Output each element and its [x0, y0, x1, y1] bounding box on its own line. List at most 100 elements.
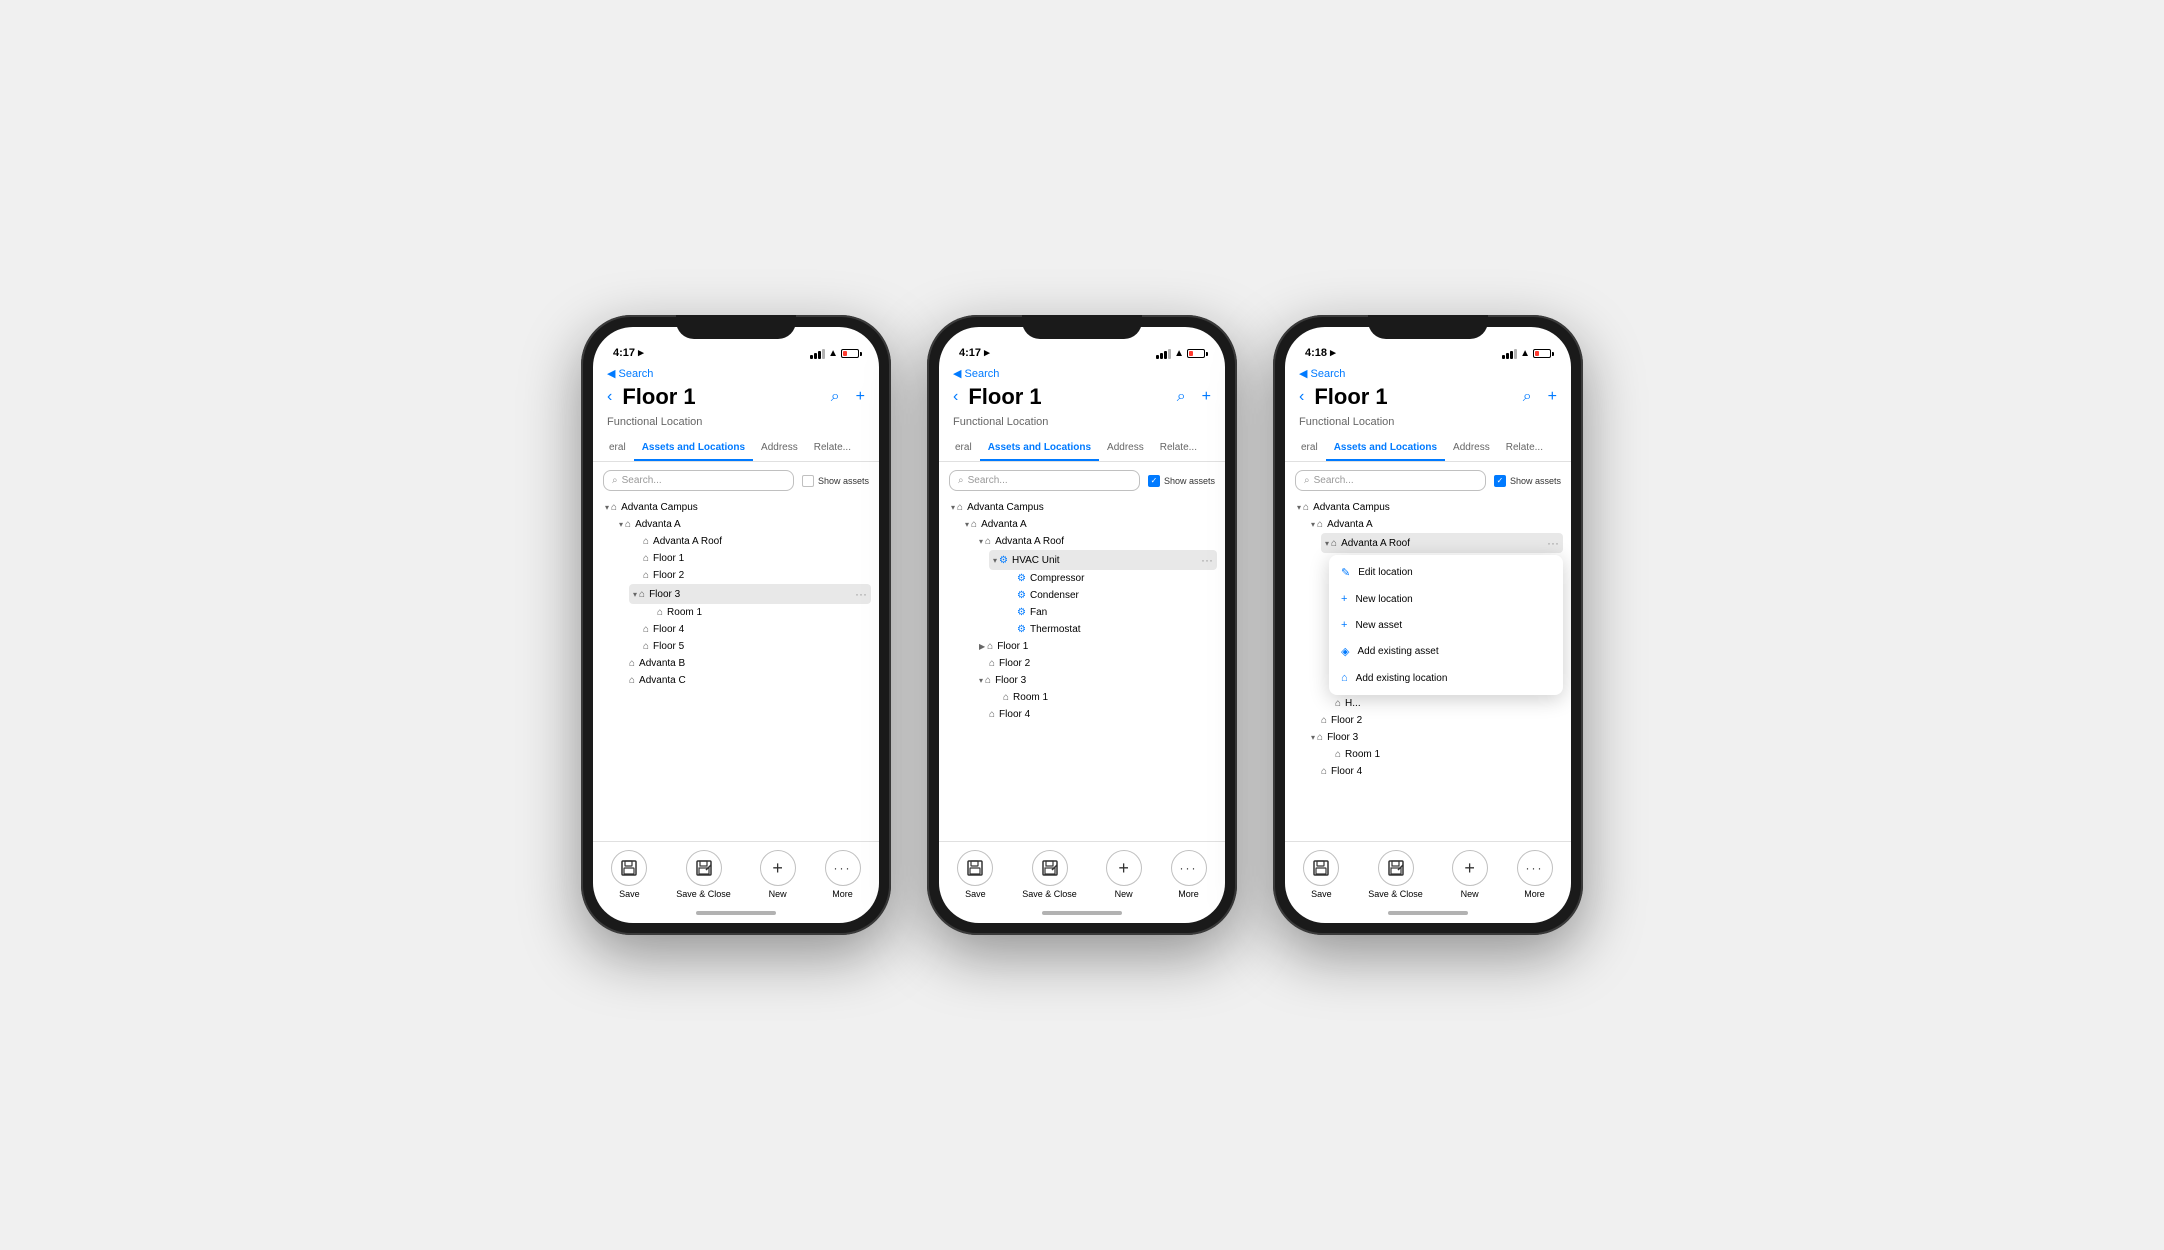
tree-item[interactable]: ⌂Floor 2	[1307, 712, 1563, 729]
add-button[interactable]: +	[856, 388, 865, 406]
tree-item[interactable]: ⌂Floor 2	[629, 567, 871, 584]
tab-1[interactable]: Assets and Locations	[1326, 436, 1445, 461]
tree-item[interactable]: ▾⌂Advanta A	[615, 516, 871, 533]
search-input[interactable]: Search...	[622, 475, 662, 486]
tree-item-label: Advanta B	[639, 658, 867, 669]
toolbar-btn-new[interactable]: + New	[760, 850, 796, 899]
tab-2[interactable]: Address	[1445, 436, 1498, 461]
tree-item[interactable]: ⌂Advanta C	[615, 672, 871, 689]
search-box[interactable]: ⌕ Search...	[1295, 470, 1486, 491]
show-assets-checkbox[interactable]	[1494, 475, 1506, 487]
back-nav[interactable]: ◀ Search	[593, 363, 879, 380]
search-box[interactable]: ⌕ Search...	[603, 470, 794, 491]
tree-item[interactable]: ▾⌂Advanta Campus	[947, 499, 1217, 516]
tree-item[interactable]: ▾⌂Advanta Campus	[601, 499, 871, 516]
tree-item[interactable]: ▶⌂Floor 1	[975, 638, 1217, 655]
back-nav[interactable]: ◀ Search	[939, 363, 1225, 380]
tab-1[interactable]: Assets and Locations	[634, 436, 753, 461]
tree-item[interactable]: ▾⌂Advanta Campus	[1293, 499, 1563, 516]
tab-1[interactable]: Assets and Locations	[980, 436, 1099, 461]
page-title: Floor 1	[622, 384, 695, 410]
tree-item[interactable]: ▾⚙HVAC Unit···	[989, 550, 1217, 570]
more-options-button[interactable]: ···	[1547, 536, 1559, 550]
search-box[interactable]: ⌕ Search...	[949, 470, 1140, 491]
tree-item[interactable]: ▾⌂Advanta A	[961, 516, 1217, 533]
context-item-add-existing-location[interactable]: ⌂Add existing location	[1329, 665, 1563, 691]
toolbar-btn-save-and-close[interactable]: Save & Close	[1022, 850, 1077, 899]
context-item-add-existing-asset[interactable]: ◈Add existing asset	[1329, 638, 1563, 665]
context-item-new-location[interactable]: +New location	[1329, 586, 1563, 612]
tree-item[interactable]: ▾⌂Floor 3···	[629, 584, 871, 604]
toolbar-label: More	[1524, 889, 1545, 899]
show-assets-checkbox[interactable]	[1148, 475, 1160, 487]
toolbar-btn-more[interactable]: ··· More	[1517, 850, 1553, 899]
tree-item[interactable]: ▾⌂Floor 3	[975, 672, 1217, 689]
tree-item[interactable]: ⌂Floor 1	[629, 550, 871, 567]
toolbar-btn-save[interactable]: Save	[957, 850, 993, 899]
toolbar-btn-save-and-close[interactable]: Save & Close	[1368, 850, 1423, 899]
tree-item[interactable]: ▾⌂Advanta A	[1307, 516, 1563, 533]
context-item-new-asset[interactable]: +New asset	[1329, 612, 1563, 638]
tab-2[interactable]: Address	[1099, 436, 1152, 461]
tab-2[interactable]: Address	[753, 436, 806, 461]
tree-item[interactable]: ▾⌂Floor 3	[1307, 729, 1563, 746]
search-input[interactable]: Search...	[968, 475, 1008, 486]
more-options-button[interactable]: ···	[855, 587, 867, 601]
search-input[interactable]: Search...	[1314, 475, 1354, 486]
tree-item[interactable]: ⚙Condenser	[1003, 587, 1217, 604]
tree-item-label: Floor 4	[1331, 766, 1559, 777]
tree-item[interactable]: ⚙Fan	[1003, 604, 1217, 621]
show-assets-toggle[interactable]: Show assets	[1494, 475, 1561, 487]
tree-item[interactable]: ⌂Advanta A Roof	[629, 533, 871, 550]
back-button[interactable]: ‹	[1299, 388, 1304, 406]
tree-item[interactable]: ⌂Floor 4	[975, 706, 1217, 723]
back-button[interactable]: ‹	[953, 388, 958, 406]
signal-icon	[810, 349, 825, 359]
show-assets-toggle[interactable]: Show assets	[1148, 475, 1215, 487]
show-assets-checkbox[interactable]	[802, 475, 814, 487]
tree-item-label: Floor 3	[995, 675, 1213, 686]
more-options-button[interactable]: ···	[1201, 553, 1213, 567]
phone-inner: 4:17 ▸ ▲ ◀ Search ‹ Floor 1 ⌕ + Function…	[939, 327, 1225, 923]
tree-item[interactable]: ⌂Advanta B	[615, 655, 871, 672]
tab-3[interactable]: Relate...	[1152, 436, 1205, 461]
add-button[interactable]: +	[1548, 388, 1557, 406]
tab-0[interactable]: eral	[1293, 436, 1326, 461]
location-icon: ⌂	[643, 570, 649, 581]
toolbar-btn-more[interactable]: ··· More	[1171, 850, 1207, 899]
tab-0[interactable]: eral	[601, 436, 634, 461]
tab-0[interactable]: eral	[947, 436, 980, 461]
tree-item[interactable]: ⌂Floor 4	[1307, 763, 1563, 780]
tree-item[interactable]: ⌂Room 1	[1321, 746, 1563, 763]
back-nav[interactable]: ◀ Search	[1285, 363, 1571, 380]
tree-item[interactable]: ⚙Compressor	[1003, 570, 1217, 587]
search-button[interactable]: ⌕	[831, 388, 840, 406]
toolbar-btn-save[interactable]: Save	[611, 850, 647, 899]
search-button[interactable]: ⌕	[1177, 388, 1186, 406]
context-item-edit-location[interactable]: ✎Edit location	[1329, 559, 1563, 586]
tab-3[interactable]: Relate...	[1498, 436, 1551, 461]
search-button[interactable]: ⌕	[1523, 388, 1532, 406]
toolbar-btn-new[interactable]: + New	[1452, 850, 1488, 899]
tab-3[interactable]: Relate...	[806, 436, 859, 461]
tree-item[interactable]: ▾⌂Advanta A Roof···	[1321, 533, 1563, 553]
location-icon: ⌂	[987, 641, 993, 652]
toolbar-btn-save[interactable]: Save	[1303, 850, 1339, 899]
tree-item[interactable]: ⌂H...	[1321, 695, 1563, 712]
add-button[interactable]: +	[1202, 388, 1211, 406]
tree-item[interactable]: ⌂Room 1	[989, 689, 1217, 706]
back-button[interactable]: ‹	[607, 388, 612, 406]
tree-item[interactable]: ⌂Floor 2	[975, 655, 1217, 672]
tree-item[interactable]: ⌂Floor 4	[629, 621, 871, 638]
tree-item[interactable]: ⌂Floor 5	[629, 638, 871, 655]
show-assets-toggle[interactable]: Show assets	[802, 475, 869, 487]
tree-item[interactable]: ⌂Room 1	[643, 604, 871, 621]
toolbar-btn-more[interactable]: ··· More	[825, 850, 861, 899]
toolbar-btn-save-and-close[interactable]: Save & Close	[676, 850, 731, 899]
search-icon: ⌕	[958, 475, 964, 486]
bottom-toolbar: Save Save & Close + New ··· More	[593, 841, 879, 903]
toolbar-btn-new[interactable]: + New	[1106, 850, 1142, 899]
tree-item[interactable]: ▾⌂Advanta A Roof	[975, 533, 1217, 550]
tree-item[interactable]: ⚙Thermostat	[1003, 621, 1217, 638]
tabs: eralAssets and LocationsAddressRelate...	[939, 436, 1225, 462]
